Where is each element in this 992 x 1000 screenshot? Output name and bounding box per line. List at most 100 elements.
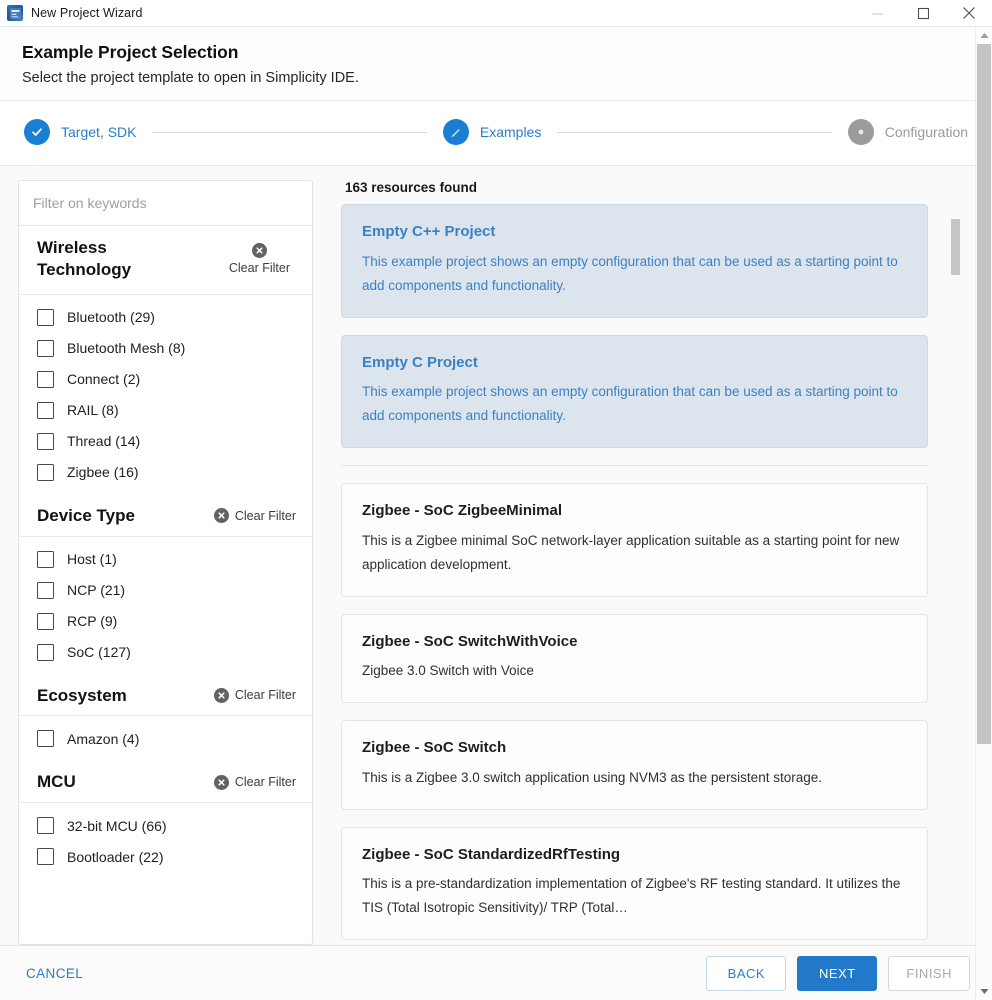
checkbox-icon[interactable] [37, 612, 54, 630]
filter-sidebar: Wireless Technology Clear Filter Bluetooth… [18, 180, 313, 945]
facet-checkbox-item[interactable]: Host (1) [19, 544, 312, 575]
dot-icon [847, 119, 874, 146]
facet-item-label: Connect (2) [67, 371, 141, 388]
results-divider [341, 465, 928, 467]
facet-title: Device Type [37, 505, 135, 525]
result-card[interactable]: Empty C++ Project This example project sh… [341, 204, 928, 318]
page-title: Example Project Selection [22, 42, 239, 62]
facet-item-label: Zigbee (16) [67, 464, 139, 481]
filter-input-wrapper [19, 181, 312, 227]
facet-checkbox-item[interactable]: Connect (2) [19, 364, 312, 395]
facet-title: Wireless Technology [37, 238, 132, 280]
step-label-examples: Examples [479, 124, 542, 141]
checkbox-icon[interactable] [37, 643, 54, 661]
facet-title: Ecosystem [37, 685, 127, 705]
facet-checkbox-item[interactable]: Bootloader (22) [19, 841, 312, 872]
back-button[interactable]: BACK [706, 955, 787, 991]
step-label-target-sdk: Target, SDK [61, 124, 137, 141]
footer-actions: BACK NEXT FINISH [706, 955, 970, 991]
results-count: 163 resources found [345, 180, 478, 196]
results-scrollbar[interactable] [951, 204, 960, 945]
maximize-button[interactable] [900, 0, 946, 27]
window-scrollbar[interactable] [975, 27, 992, 1000]
facet-title: MCU [37, 772, 76, 792]
checkbox-icon[interactable] [37, 550, 54, 568]
facet-group: Wireless Technology Clear Filter Bluetooth… [19, 226, 312, 496]
result-card[interactable]: Zigbee - SoC Switch This is a Zigbee 3.0 … [341, 720, 928, 810]
search-input[interactable] [19, 181, 312, 226]
clear-filter-icon [213, 508, 229, 524]
result-card[interactable]: Zigbee - SoC SwitchWithVoice Zigbee 3.0 S… [341, 613, 928, 704]
checkbox-icon[interactable] [37, 463, 54, 481]
step-connector-1 [152, 131, 427, 133]
result-card[interactable]: Zigbee - SoC StandardizedRfTesting This i… [341, 826, 928, 941]
step-examples[interactable]: Examples [442, 119, 542, 146]
checkbox-icon[interactable] [37, 817, 54, 835]
results-scrollbar-thumb[interactable] [951, 219, 960, 276]
clear-filter-button[interactable]: Clear Filter [213, 508, 296, 524]
facet-checkbox-item[interactable]: Bluetooth Mesh (8) [19, 333, 312, 364]
facet-item-list: Bluetooth (29) Bluetooth Mesh (8) Connect … [19, 295, 312, 496]
step-configuration[interactable]: Configuration [847, 119, 968, 146]
wizard-body: Wireless Technology Clear Filter Bluetooth… [0, 166, 992, 945]
facet-item-label: Amazon (4) [67, 730, 140, 747]
checkbox-icon[interactable] [37, 401, 54, 419]
checkbox-icon[interactable] [37, 432, 54, 450]
next-button[interactable]: NEXT [797, 955, 878, 991]
facet-checkbox-item[interactable]: 32-bit MCU (66) [19, 810, 312, 841]
facet-checkbox-item[interactable]: Thread (14) [19, 426, 312, 457]
step-connector-2 [557, 131, 832, 133]
clear-filter-button[interactable]: Clear Filter [229, 243, 296, 275]
facet-header: Wireless Technology Clear Filter [19, 226, 312, 295]
result-card[interactable]: Zigbee - SoC ZigbeeMinimal This is a Zigb… [341, 483, 928, 597]
facet-checkbox-item[interactable]: Amazon (4) [19, 723, 312, 754]
result-card[interactable]: Empty C Project This example project show… [341, 334, 928, 449]
facet-item-list: Host (1) NCP (21) RCP (9) SoC (127) [19, 537, 312, 676]
clear-filter-button[interactable]: Clear Filter [213, 687, 296, 703]
window-scrollbar-track[interactable] [976, 44, 992, 983]
facet-item-label: Thread (14) [67, 433, 141, 450]
results-panel: 163 resources found Empty C++ Project Thi… [313, 180, 974, 945]
result-card-description: This is a Zigbee minimal SoC network-lay… [362, 532, 900, 572]
window-title: New Project Wizard [31, 6, 143, 20]
facet-group: Ecosystem Clear Filter Amazon (4) [19, 676, 312, 763]
minimize-button[interactable] [854, 0, 900, 27]
result-card-description: This is a pre-standardization implementa… [362, 876, 901, 916]
results-list[interactable]: Empty C++ Project This example project sh… [341, 204, 974, 945]
facet-checkbox-item[interactable]: Bluetooth (29) [19, 302, 312, 333]
clear-filter-icon [251, 243, 267, 259]
step-target-sdk[interactable]: Target, SDK [24, 119, 137, 146]
result-card-title: Empty C Project [362, 353, 478, 371]
facet-checkbox-item[interactable]: RAIL (8) [19, 395, 312, 426]
facet-item-label: Host (1) [67, 551, 117, 568]
facet-checkbox-item[interactable]: NCP (21) [19, 575, 312, 606]
filter-sidebar-scroll[interactable]: Wireless Technology Clear Filter Bluetooth… [18, 180, 313, 945]
result-card-title: Zigbee - SoC StandardizedRfTesting [362, 845, 621, 863]
facet-checkbox-item[interactable]: Zigbee (16) [19, 457, 312, 488]
facet-checkbox-item[interactable]: RCP (9) [19, 606, 312, 637]
page-subtitle: Select the project template to open in S… [22, 69, 359, 86]
titlebar: New Project Wizard [0, 0, 992, 27]
checkbox-icon[interactable] [37, 581, 54, 599]
checkbox-icon[interactable] [37, 308, 54, 326]
finish-button: FINISH [888, 955, 970, 991]
scroll-up-arrow-icon[interactable] [976, 27, 992, 44]
checkbox-icon[interactable] [37, 730, 54, 748]
facet-item-label: 32-bit MCU (66) [67, 817, 167, 834]
facet-item-list: Amazon (4) [19, 716, 312, 762]
close-button[interactable] [946, 0, 992, 27]
checkbox-icon[interactable] [37, 339, 54, 357]
checkbox-icon[interactable] [37, 848, 54, 866]
facet-header: Device Type Clear Filter [19, 496, 312, 537]
clear-filter-label: Clear Filter [228, 261, 290, 276]
window-scrollbar-thumb[interactable] [977, 44, 991, 744]
checkbox-icon[interactable] [37, 370, 54, 388]
new-project-wizard-window: New Project Wizard Example Project Selec… [0, 0, 992, 1000]
check-icon [24, 119, 50, 146]
result-card-title: Empty C++ Project [362, 223, 496, 241]
scroll-down-arrow-icon[interactable] [976, 983, 992, 1000]
facet-checkbox-item[interactable]: SoC (127) [19, 637, 312, 668]
facet-item-label: SoC (127) [67, 644, 131, 661]
clear-filter-button[interactable]: Clear Filter [213, 774, 296, 790]
cancel-button[interactable]: CANCEL [24, 960, 85, 987]
